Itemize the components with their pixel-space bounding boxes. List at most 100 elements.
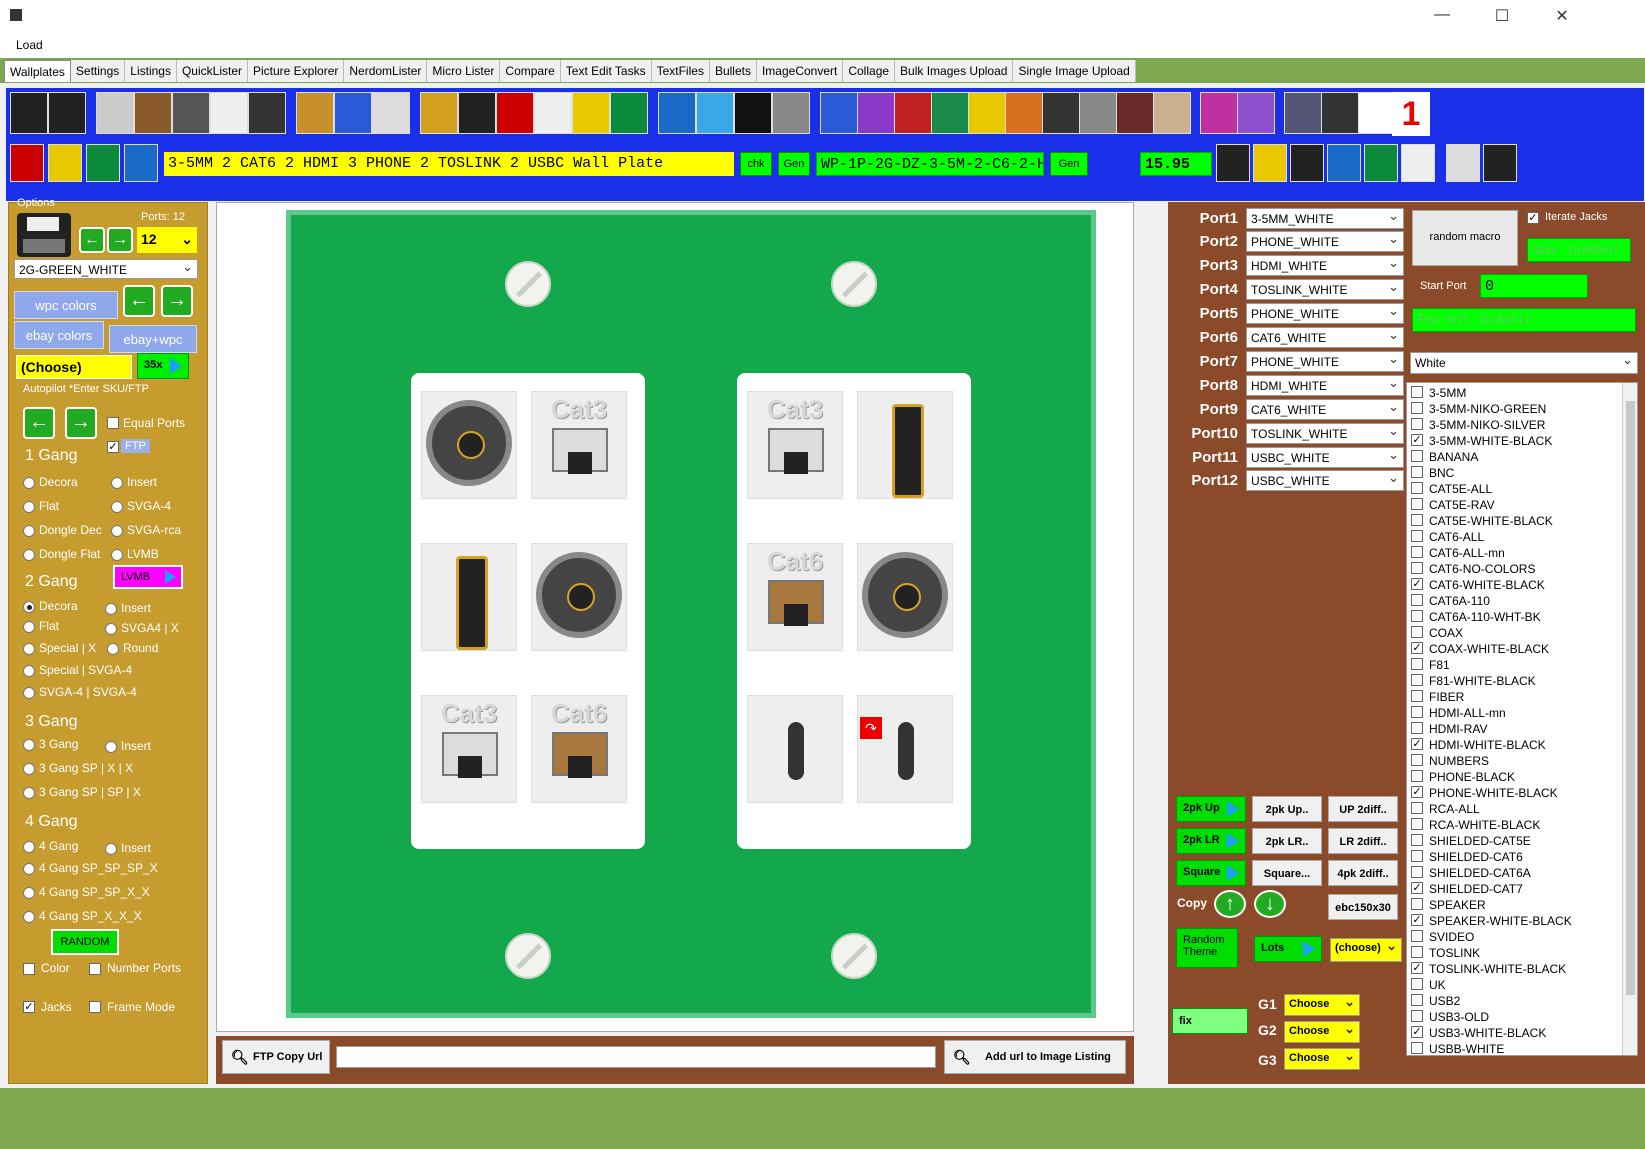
list-item-checkbox[interactable] [1411, 946, 1423, 958]
list-item-checkbox[interactable] [1411, 530, 1423, 542]
close-button[interactable]: ✕ [1548, 6, 1576, 28]
parent-subdir-field[interactable]: Parent Subdir [1412, 308, 1636, 332]
port-7-select[interactable]: PHONE_WHITE [1246, 351, 1404, 372]
cat6a-jack-icon[interactable] [1364, 144, 1398, 182]
g4-4gang-radio[interactable] [23, 841, 35, 853]
list-item-checkbox[interactable]: ✓ [1411, 882, 1423, 894]
maximize-button[interactable]: ☐ [1488, 6, 1516, 28]
hdmi-color-jack-icon[interactable] [48, 144, 82, 182]
tab-wallplates[interactable]: Wallplates [4, 60, 71, 82]
prev-gang-icon[interactable]: ← [23, 407, 55, 439]
list-item-checkbox[interactable] [1411, 546, 1423, 558]
svga4-radio[interactable] [111, 501, 123, 513]
rca-gold-jack-icon[interactable] [420, 92, 458, 134]
dongle-flat-radio[interactable] [23, 549, 35, 561]
list-item-checkbox[interactable]: ✓ [1411, 578, 1423, 590]
list-item-checkbox[interactable] [1411, 482, 1423, 494]
tab-compare[interactable]: Compare [500, 60, 561, 82]
list-item-checkbox[interactable] [1411, 706, 1423, 718]
list-item-checkbox[interactable] [1411, 898, 1423, 910]
port-12-select[interactable]: USBC_WHITE [1246, 470, 1404, 491]
cat6a-jack-icon[interactable] [1327, 144, 1361, 182]
cat6-grey-jack-icon[interactable] [1079, 92, 1117, 134]
list-item-checkbox[interactable] [1411, 1042, 1423, 1054]
list-item-checkbox[interactable]: ✓ [1411, 642, 1423, 654]
color-checkbox[interactable] [23, 963, 35, 975]
list-item-checkbox[interactable]: ✓ [1411, 434, 1423, 446]
usbc-jack-icon[interactable] [372, 92, 410, 134]
g3-spspx-radio[interactable] [23, 787, 35, 799]
tab-picture-explorer[interactable]: Picture Explorer [248, 60, 345, 82]
tab-text-edit-tasks[interactable]: Text Edit Tasks [560, 60, 652, 82]
list-item-checkbox[interactable] [1411, 418, 1423, 430]
prev-arrow-icon[interactable]: ← [79, 227, 105, 253]
redo-arrow-icon[interactable]: ↷ [860, 717, 882, 739]
round-jack[interactable] [531, 543, 627, 651]
list-item-checkbox[interactable] [1411, 690, 1423, 702]
port-6-select[interactable]: CAT6_WHITE [1246, 327, 1404, 348]
price-field[interactable]: 15.95 [1140, 152, 1212, 176]
theme-color-select[interactable]: White [1410, 352, 1638, 374]
g4-insert-radio[interactable] [105, 843, 117, 855]
next-gang-icon[interactable]: → [65, 407, 97, 439]
list-item-checkbox[interactable] [1411, 610, 1423, 622]
random-macro-button[interactable]: random macro [1412, 210, 1518, 266]
cat6-brown-jack-icon[interactable] [134, 92, 172, 134]
g4-spxxx-radio[interactable] [23, 911, 35, 923]
cat6-violet-jack-icon[interactable] [1237, 92, 1275, 134]
special-svga-radio[interactable] [23, 665, 35, 677]
random-theme-button[interactable]: Random Theme [1176, 928, 1238, 968]
g4-spspxx-radio[interactable] [23, 887, 35, 899]
g2-decora-radio[interactable] [23, 601, 35, 613]
lots-button[interactable]: Lots [1254, 936, 1322, 962]
max-number-field[interactable]: max number [1527, 238, 1631, 262]
tab-single-image-upload[interactable]: Single Image Upload [1013, 60, 1136, 82]
hdmi-gold-jack-icon[interactable] [48, 92, 86, 134]
rca-yellow-jack-icon[interactable] [572, 92, 610, 134]
menu-load[interactable]: Load [16, 38, 43, 52]
tab-settings[interactable]: Settings [70, 60, 126, 82]
coax-jack-icon[interactable] [96, 92, 134, 134]
rca-lightblue-jack-icon[interactable] [696, 92, 734, 134]
list-item-checkbox[interactable] [1411, 770, 1423, 782]
cat6a-jack-icon[interactable] [1401, 144, 1435, 182]
rca-red-jack-icon[interactable] [496, 92, 534, 134]
list-scrollbar[interactable] [1622, 383, 1637, 1055]
g2-insert-radio[interactable] [105, 603, 117, 615]
flat-radio[interactable] [23, 501, 35, 513]
port-3-select[interactable]: HDMI_WHITE [1246, 255, 1404, 276]
special-x-radio[interactable] [23, 643, 35, 655]
toslink-black-jack-icon[interactable] [734, 92, 772, 134]
list-item-checkbox[interactable] [1411, 386, 1423, 398]
usb-blue-jack-icon[interactable] [334, 92, 372, 134]
tab-micro-lister[interactable]: Micro Lister [427, 60, 501, 82]
jack-type-list[interactable]: 3-5MM 3-5MM-NIKO-GREEN 3-5MM-NIKO-SILVER ✓ 3… [1406, 382, 1638, 1056]
square-button[interactable]: Square [1176, 860, 1246, 886]
red-number-badge[interactable]: 1 [1392, 92, 1430, 136]
sku-field[interactable]: WP-1P-2G-DZ-3-5M-2-C6-2-HI [816, 152, 1044, 176]
blank-jack-icon[interactable] [1358, 92, 1396, 134]
ports-select[interactable]: 12 ⌄ [137, 227, 197, 253]
lr-2diff-button[interactable]: LR 2diff.. [1328, 828, 1398, 854]
cat6-green-jack-icon[interactable] [931, 92, 969, 134]
next-arrow-icon[interactable]: → [107, 227, 133, 253]
right-insert[interactable]: Cat3 Cat6 [737, 373, 971, 849]
4pk-2diff-button[interactable]: 4pk 2diff.. [1328, 860, 1398, 886]
port-9-select[interactable]: CAT6_WHITE [1246, 399, 1404, 420]
list-item-checkbox[interactable] [1411, 674, 1423, 686]
lvmb-button[interactable]: LVMB [113, 565, 183, 589]
ebay-wpc-button[interactable]: ebay+wpc [109, 325, 197, 353]
list-item-checkbox[interactable] [1411, 818, 1423, 830]
rca-green-jack-icon[interactable] [610, 92, 648, 134]
list-item-checkbox[interactable] [1411, 722, 1423, 734]
rca-blue-jack-icon[interactable] [658, 92, 696, 134]
round-jack[interactable] [857, 543, 953, 651]
list-item-checkbox[interactable] [1411, 402, 1423, 414]
tab-bullets[interactable]: Bullets [709, 60, 757, 82]
decora-radio[interactable] [23, 477, 35, 489]
round-radio[interactable] [107, 643, 119, 655]
start-port-field[interactable]: 0 [1480, 274, 1588, 298]
choose-field[interactable]: (Choose) [16, 355, 132, 379]
port-10-select[interactable]: TOSLINK_WHITE [1246, 423, 1404, 444]
listing-title-field[interactable]: 3-5MM 2 CAT6 2 HDMI 3 PHONE 2 TOSLINK 2 … [164, 152, 734, 176]
